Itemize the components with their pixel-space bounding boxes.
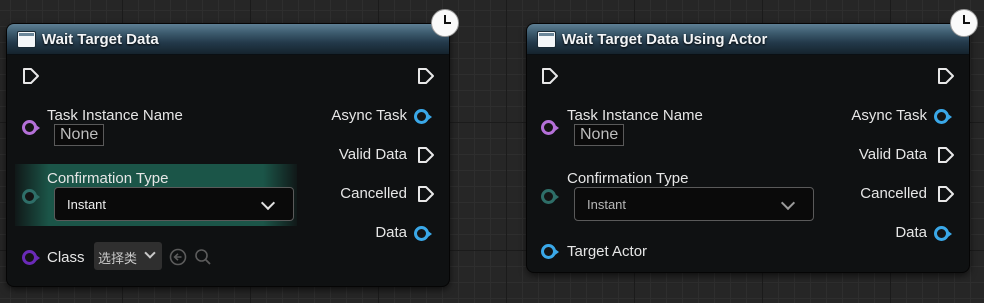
chevron-down-icon	[780, 195, 796, 211]
task-instance-name-pin[interactable]	[541, 120, 559, 135]
class-label: Class	[47, 249, 85, 266]
node-header[interactable]: Wait Target Data Using Actor	[527, 24, 969, 55]
magnifier-icon[interactable]	[194, 248, 212, 266]
cancelled-label: Cancelled	[340, 185, 407, 202]
valid-data-label: Valid Data	[338, 146, 407, 163]
confirmation-type-value: Instant	[67, 197, 107, 212]
cancelled-label: Cancelled	[860, 185, 927, 202]
class-picker-dropdown[interactable]: 选择类	[94, 242, 162, 270]
exec-out-pin-icon[interactable]	[937, 67, 955, 85]
data-pin[interactable]	[414, 226, 432, 241]
node-header[interactable]: Wait Target Data	[7, 24, 449, 55]
cancelled-exec-pin-icon[interactable]	[937, 185, 955, 203]
confirmation-type-pin[interactable]	[541, 189, 559, 204]
valid-data-label: Valid Data	[858, 146, 927, 163]
task-instance-name-input[interactable]: None	[574, 124, 625, 146]
task-instance-name-label: Task Instance Name	[567, 107, 703, 124]
chevron-down-icon	[144, 247, 156, 259]
data-label: Data	[375, 224, 407, 241]
wait-target-data-using-actor-node[interactable]: Wait Target Data Using Actor Task Instan…	[527, 24, 969, 272]
exec-in-pin-icon[interactable]	[541, 67, 559, 85]
task-instance-name-pin[interactable]	[22, 120, 40, 135]
task-instance-name-input[interactable]: None	[54, 124, 105, 146]
confirmation-type-label: Confirmation Type	[567, 170, 689, 187]
confirmation-type-value: Instant	[587, 197, 627, 212]
function-icon	[17, 31, 36, 48]
async-task-label: Async Task	[331, 107, 407, 124]
exec-in-pin-icon[interactable]	[22, 67, 40, 85]
class-picker-value: 选择类	[98, 252, 138, 267]
wait-target-data-node[interactable]: Wait Target Data Task Instance Name None…	[7, 24, 449, 286]
clock-icon	[950, 9, 978, 37]
valid-data-exec-pin-icon[interactable]	[937, 146, 955, 164]
chevron-down-icon	[260, 195, 276, 211]
class-pin[interactable]	[22, 250, 40, 265]
confirmation-type-dropdown[interactable]: Instant	[54, 187, 294, 221]
cancelled-exec-pin-icon[interactable]	[417, 185, 435, 203]
valid-data-exec-pin-icon[interactable]	[417, 146, 435, 164]
async-task-label: Async Task	[851, 107, 927, 124]
async-task-pin[interactable]	[934, 109, 952, 124]
clock-icon	[431, 9, 459, 37]
node-title: Wait Target Data Using Actor	[562, 31, 768, 48]
target-actor-label: Target Actor	[567, 243, 648, 260]
target-actor-pin[interactable]	[541, 244, 559, 259]
function-icon	[537, 31, 556, 48]
task-instance-name-label: Task Instance Name	[47, 107, 183, 124]
confirmation-type-pin[interactable]	[22, 189, 40, 204]
confirmation-type-dropdown[interactable]: Instant	[574, 187, 814, 221]
use-selected-arrow-icon[interactable]	[169, 248, 187, 266]
exec-out-pin-icon[interactable]	[417, 67, 435, 85]
data-pin[interactable]	[934, 226, 952, 241]
node-title: Wait Target Data	[42, 31, 159, 48]
confirmation-type-label: Confirmation Type	[47, 170, 169, 187]
async-task-pin[interactable]	[414, 109, 432, 124]
data-label: Data	[895, 224, 927, 241]
